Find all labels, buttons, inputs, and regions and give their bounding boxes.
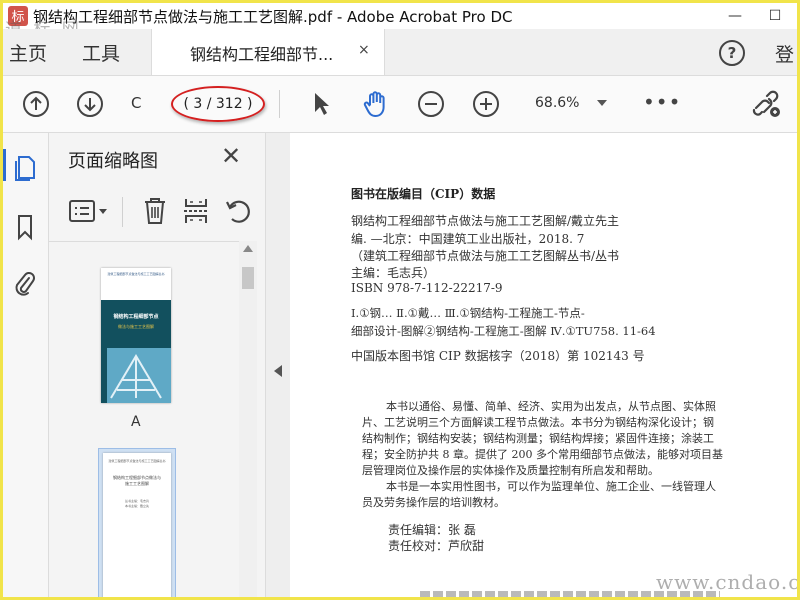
- thumbnail-label-1: A: [131, 414, 141, 430]
- zoom-in-button[interactable]: [471, 89, 501, 119]
- cip-line-2: 编. —北京：中国建筑工业出版社，2018. 7: [351, 232, 585, 246]
- cover-illustration: [101, 348, 171, 403]
- cover-title-line-2: 做法与施工工艺图解: [118, 324, 154, 329]
- abstract-line-2: 片、工艺说明三个方面解读工程节点做法。本书分为钢结构深化设计；钢: [362, 416, 714, 429]
- title-page-series: 建筑工程细部节点做法与施工工艺图解丛书: [108, 459, 166, 463]
- tab-home[interactable]: 主页: [9, 39, 47, 66]
- select-tool-button[interactable]: [307, 89, 337, 119]
- more-tools-button[interactable]: •••: [643, 90, 681, 114]
- responsible-proofreader: 责任校对：芦欣甜: [388, 539, 485, 553]
- library-cip-line: 中国版本图书馆 CIP 数据核字（2018）第 102143 号: [351, 349, 645, 363]
- rotate-icon: [226, 200, 250, 223]
- steel-structure-image: [101, 348, 171, 403]
- title-page-line-4: 本书主编：戴立先: [124, 504, 149, 508]
- close-tab-icon[interactable]: ×: [358, 42, 370, 58]
- panel-title: 页面缩略图: [68, 151, 158, 172]
- share-link-button[interactable]: [749, 89, 783, 119]
- thumbnail-scrollbar[interactable]: [239, 241, 257, 597]
- abstract-line-4: 程；安全防护共 8 章。提供了 200 多个常用细部节点做法，能够对项目基: [362, 448, 723, 461]
- chevron-down-icon[interactable]: [597, 100, 607, 107]
- document-tab-label: 钢结构工程细部节...: [190, 45, 334, 64]
- minimize-icon: —: [728, 8, 742, 24]
- cover-band: 钢结构工程细部节点 做法与施工工艺图解: [101, 300, 171, 348]
- scrollbar-thumb[interactable]: [242, 267, 254, 289]
- cip-line-1: 钢结构工程细部节点做法与施工工艺图解/戴立先主: [351, 214, 620, 228]
- plus-circle-icon: [473, 91, 499, 117]
- hand-tool-button[interactable]: [359, 87, 393, 121]
- sign-in-link[interactable]: 登: [775, 40, 794, 67]
- arrow-up-circle-icon: [23, 91, 49, 117]
- document-view[interactable]: 图书在版编目（CIP）数据 钢结构工程细部节点做法与施工工艺图解/戴立先主 编.…: [290, 133, 797, 597]
- panel-toolbar: [49, 183, 265, 241]
- hand-icon: [363, 91, 385, 117]
- scroll-up-icon[interactable]: [243, 245, 253, 252]
- bookmarks-button[interactable]: [9, 211, 41, 243]
- extract-page-button[interactable]: [181, 195, 211, 227]
- cover-title-line-1: 钢结构工程细部节点: [113, 314, 159, 320]
- zoom-out-button[interactable]: [416, 89, 446, 119]
- page-thumbnails-button[interactable]: [9, 151, 41, 183]
- page-count-indicator: ( 3 / 312 ): [171, 86, 265, 122]
- navigation-rail: [3, 133, 49, 597]
- panel-toolbar-divider: [122, 197, 123, 227]
- toolbar-divider: [279, 90, 280, 118]
- acrobat-window: 道 标 网 钢结构工程细部节点做法与施工工艺图解.pdf - Adobe Acr…: [0, 0, 800, 600]
- thumbnail-options-button[interactable]: [67, 197, 109, 225]
- thumbnail-list: 建筑工程细部节点做法与施工工艺图解丛书 钢结构工程细部节点 做法与施工工艺图解 …: [49, 241, 239, 597]
- tab-bar: 主页 工具 钢结构工程细部节... × ? 登: [3, 29, 797, 76]
- cip-heading: 图书在版编目（CIP）数据: [351, 187, 496, 201]
- tab-document[interactable]: 钢结构工程细部节... ×: [151, 29, 385, 75]
- title-page-line-2: 施工工艺图解: [125, 481, 149, 486]
- delete-page-button[interactable]: [140, 195, 170, 227]
- abstract-line-5: 层管理岗位及操作层的实体操作及质量控制有所启发和帮助。: [362, 464, 659, 477]
- close-panel-icon[interactable]: ✕: [221, 142, 241, 170]
- options-list-icon: [69, 200, 107, 222]
- attachments-button[interactable]: [9, 267, 41, 299]
- restore-button[interactable]: ☐: [755, 3, 795, 29]
- responsible-editor: 责任编辑：张 磊: [388, 523, 476, 537]
- toolbar: C ( 3 / 312 ) 68.6% •••: [3, 76, 797, 133]
- thumbnail-page-2: 建筑工程细部节点做法与施工工艺图解丛书 钢结构工程细部节点做法与 施工工艺图解 …: [103, 453, 171, 597]
- minimize-button[interactable]: —: [715, 3, 755, 29]
- isbn-line: ISBN 978-7-112-22217-9: [351, 281, 503, 295]
- page-number-input[interactable]: C: [131, 94, 141, 112]
- abstract-line-1: 本书以通俗、易懂、简单、经济、实用为出发点，从节点图、实体照: [386, 400, 716, 413]
- active-indicator: [3, 149, 6, 181]
- pages-icon: [15, 156, 35, 181]
- next-page-button[interactable]: [75, 89, 105, 119]
- abstract-line-6: 本书是一本实用性图书，可以作为监理单位、施工企业、一线管理人: [386, 480, 716, 493]
- abstract-line-7: 员及劳务操作层的培训教材。: [362, 496, 505, 509]
- thumbnail-page-2-selected[interactable]: 建筑工程细部节点做法与施工工艺图解丛书 钢结构工程细部节点做法与 施工工艺图解 …: [98, 448, 176, 597]
- thumbnail-page-1[interactable]: 建筑工程细部节点做法与施工工艺图解丛书 钢结构工程细部节点 做法与施工工艺图解: [101, 268, 171, 403]
- help-icon[interactable]: ?: [719, 40, 745, 66]
- trash-icon: [145, 198, 165, 224]
- classification-line-1: Ⅰ.①钢… Ⅱ.①戴… Ⅲ.①钢结构-工程施工-节点-: [351, 306, 585, 320]
- tab-tools[interactable]: 工具: [82, 39, 120, 66]
- minus-circle-icon: [418, 91, 444, 117]
- cover-header: 建筑工程细部节点做法与施工工艺图解丛书: [101, 268, 171, 300]
- bookmark-icon: [18, 215, 32, 241]
- arrow-down-circle-icon: [77, 91, 103, 117]
- paperclip-icon: [15, 272, 35, 296]
- site-watermark: www.cndao.com: [656, 570, 797, 594]
- title-bar: 道 标 网 钢结构工程细部节点做法与施工工艺图解.pdf - Adobe Acr…: [3, 3, 797, 40]
- panel-collapse-strip[interactable]: [265, 133, 291, 597]
- classification-line-2: 细部设计-图解②钢结构-工程施工-图解 Ⅳ.①TU758. 11-64: [351, 324, 656, 338]
- cip-line-3: （建筑工程细部节点做法与施工工艺图解丛书/丛书: [351, 249, 620, 263]
- restore-icon: ☐: [768, 8, 782, 24]
- share-link-icon: [752, 90, 780, 117]
- window-title: 钢结构工程细部节点做法与施工工艺图解.pdf - Adobe Acrobat P…: [33, 8, 513, 26]
- cip-line-4: 主编：毛志兵）: [351, 266, 436, 280]
- cover-series-text: 建筑工程细部节点做法与施工工艺图解丛书: [107, 272, 165, 276]
- abstract-line-3: 结构制作；钢结构安装；钢结构测量；钢结构焊接；紧固件连接；涂装工: [362, 432, 714, 445]
- page-extract-icon: [184, 199, 208, 223]
- zoom-level-select[interactable]: 68.6%: [535, 95, 579, 111]
- collapse-left-icon[interactable]: [274, 365, 282, 377]
- previous-page-button[interactable]: [21, 89, 51, 119]
- thumbnails-panel: 页面缩略图 ✕ 建筑工程细部节点做法与施工工艺图解丛书 钢结构工程细部节点 做法…: [49, 133, 265, 597]
- rotate-page-button[interactable]: [223, 195, 253, 227]
- cursor-arrow-icon: [315, 93, 329, 115]
